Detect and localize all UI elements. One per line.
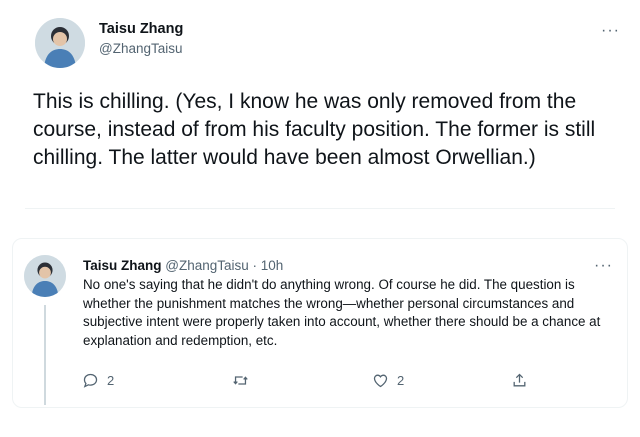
reply-button[interactable]: 2	[82, 372, 114, 389]
like-count: 2	[397, 373, 405, 388]
reply-author-name[interactable]: Taisu Zhang	[83, 258, 162, 273]
like-button[interactable]: 2	[372, 372, 404, 389]
comment-icon	[83, 373, 98, 388]
more-options-icon[interactable]: ···	[601, 23, 620, 39]
share-button[interactable]	[511, 372, 536, 389]
author-name[interactable]: Taisu Zhang	[99, 21, 183, 37]
heart-icon	[373, 374, 388, 388]
reply-meta: @ZhangTaisu · 10h	[165, 258, 284, 273]
reply-count: 2	[107, 373, 115, 388]
thread-line	[44, 305, 46, 405]
share-icon	[513, 373, 526, 387]
divider	[25, 208, 615, 209]
avatar[interactable]	[35, 18, 85, 68]
profile-photo-icon	[24, 255, 66, 297]
author-handle[interactable]: @ZhangTaisu	[99, 41, 183, 56]
reply-text: No one's saying that he didn't do anythi…	[83, 277, 601, 348]
reply-more-options-icon[interactable]: ···	[594, 258, 613, 274]
reply-avatar[interactable]	[24, 255, 66, 297]
profile-photo-icon	[35, 18, 85, 68]
retweet-button[interactable]	[232, 372, 257, 389]
reply-header: Taisu Zhang @ZhangTaisu · 10h	[83, 258, 283, 273]
tweet-text: This is chilling. (Yes, I know he was on…	[33, 90, 596, 169]
retweet-icon	[233, 376, 248, 385]
